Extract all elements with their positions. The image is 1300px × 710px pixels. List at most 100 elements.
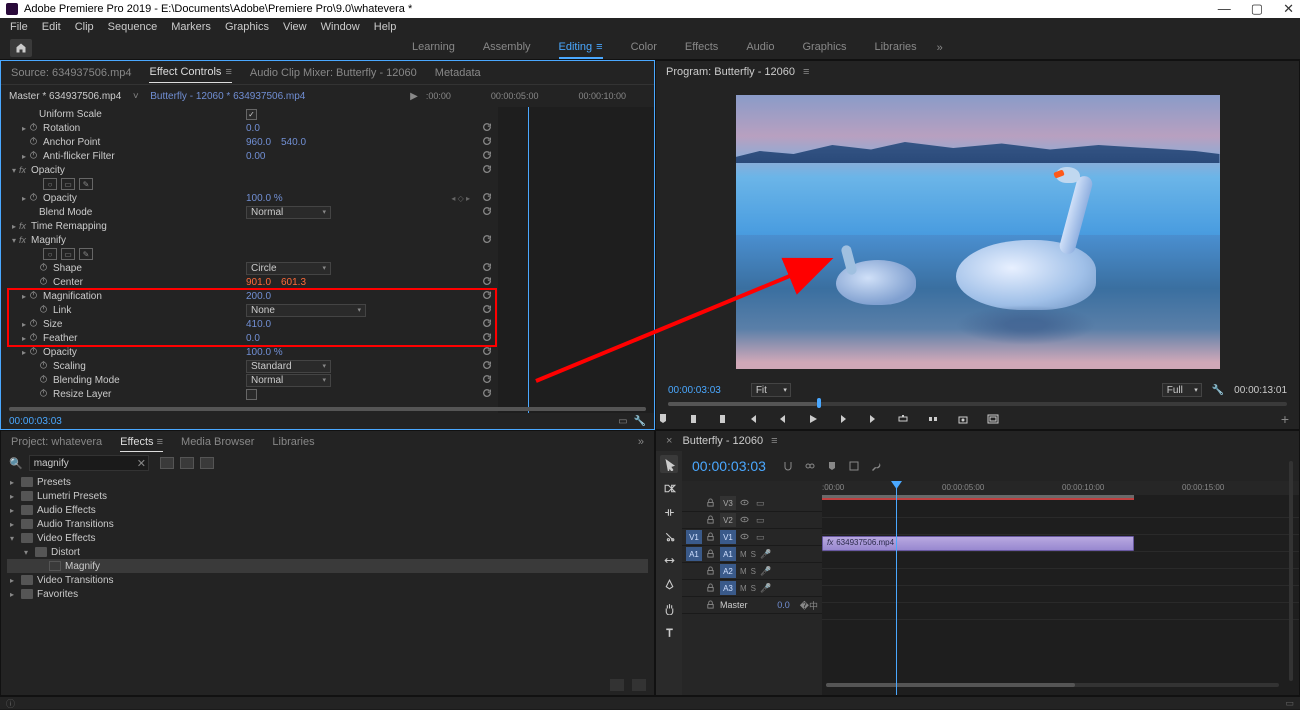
property-label[interactable]: Rotation <box>43 123 80 134</box>
lock-icon[interactable] <box>706 515 716 526</box>
track-lane[interactable] <box>822 586 1299 603</box>
reset-button[interactable] <box>482 206 492 219</box>
effects-tabs-overflow[interactable]: » <box>638 436 644 448</box>
effects-tab[interactable]: Libraries <box>272 433 314 451</box>
twirl-icon[interactable] <box>19 193 29 204</box>
lock-icon[interactable] <box>706 549 716 560</box>
menu-clip[interactable]: Clip <box>69 21 100 33</box>
property-label[interactable]: Opacity <box>43 193 77 204</box>
close-button[interactable]: ✕ <box>1283 1 1294 17</box>
property-value[interactable]: 200.0 <box>246 291 271 302</box>
workspace-tab-learning[interactable]: Learning <box>412 37 455 59</box>
property-value[interactable]: 100.0 % <box>246 193 283 204</box>
track-lane[interactable] <box>822 501 1299 518</box>
track-lane[interactable] <box>822 603 1299 620</box>
property-label[interactable]: Blend Mode <box>39 207 92 218</box>
property-label[interactable]: Shape <box>53 263 82 274</box>
keyframe-nav[interactable]: ◂ ◇ ▸ <box>451 194 470 203</box>
tree-item[interactable]: Presets <box>7 475 648 489</box>
source-patch[interactable]: V1 <box>686 530 702 544</box>
tree-item[interactable]: Audio Transitions <box>7 517 648 531</box>
property-dropdown[interactable]: Normal <box>246 206 331 219</box>
stopwatch-icon[interactable] <box>29 136 43 148</box>
source-patch[interactable]: A1 <box>686 547 702 561</box>
property-checkbox[interactable] <box>246 389 257 400</box>
voice-over-icon[interactable]: 🎤 <box>760 549 772 560</box>
timeline-vscroll[interactable] <box>1287 461 1295 681</box>
workspace-tab-graphics[interactable]: Graphics <box>802 37 846 59</box>
track-target[interactable]: V3 <box>720 496 736 510</box>
snapshot-button[interactable] <box>956 412 970 426</box>
effects-bin-1[interactable] <box>160 457 174 469</box>
stopwatch-icon[interactable] <box>29 290 43 302</box>
program-resolution-dropdown[interactable]: Full <box>1162 383 1202 397</box>
lock-icon[interactable] <box>706 498 716 509</box>
sequence-clip-label[interactable]: Butterfly - 12060 * 634937506.mp4 <box>150 91 305 102</box>
reset-button[interactable] <box>482 262 492 275</box>
effect-controls-playhead[interactable] <box>528 107 529 413</box>
twirl-icon[interactable] <box>19 333 29 344</box>
property-value-x[interactable]: 901.0 <box>246 277 271 288</box>
tree-item[interactable]: Lumetri Presets <box>7 489 648 503</box>
effect-keyframe-area[interactable] <box>498 107 654 413</box>
property-label[interactable]: Anti-flicker Filter <box>43 151 115 162</box>
tree-item[interactable]: Video Transitions <box>7 573 648 587</box>
timeline-panel-menu[interactable]: ≡ <box>771 435 777 447</box>
twirl-icon[interactable] <box>19 291 29 302</box>
ripple-edit-tool[interactable] <box>660 503 678 521</box>
property-dropdown[interactable]: None <box>246 304 366 317</box>
rect-mask-button[interactable]: ▭ <box>61 178 75 190</box>
mute-button[interactable]: M <box>740 584 747 593</box>
reset-button[interactable] <box>482 136 492 149</box>
fx-badge[interactable]: fx <box>19 235 31 245</box>
property-label[interactable]: Size <box>43 319 62 330</box>
link-icon[interactable] <box>804 460 816 472</box>
twirl-icon[interactable] <box>19 123 29 134</box>
snap-icon[interactable] <box>782 460 794 472</box>
mute-button[interactable]: M <box>740 550 747 559</box>
twirl-icon[interactable] <box>7 477 17 488</box>
pen-tool[interactable] <box>660 575 678 593</box>
razor-tool[interactable] <box>660 527 678 545</box>
track-target[interactable]: A3 <box>720 581 736 595</box>
tree-item[interactable]: Favorites <box>7 587 648 601</box>
marker-icon[interactable] <box>826 460 838 472</box>
eye-icon[interactable] <box>740 498 752 509</box>
property-value[interactable]: 0.00 <box>246 151 265 162</box>
step-fwd-button[interactable] <box>836 412 850 426</box>
ellipse-mask-button[interactable]: ○ <box>43 178 57 190</box>
twirl-icon[interactable] <box>7 589 17 600</box>
effects-tab[interactable]: Project: whatevera <box>11 433 102 451</box>
program-scrubber[interactable] <box>668 399 1287 409</box>
play-button[interactable] <box>806 412 820 426</box>
timeline-sequence-tab[interactable]: Butterfly - 12060 <box>682 435 763 447</box>
wrench-icon[interactable]: 🔧 <box>1212 385 1224 396</box>
effects-search-input[interactable] <box>29 455 149 471</box>
fx-badge[interactable]: fx <box>19 165 31 175</box>
property-label[interactable]: Scaling <box>53 361 86 372</box>
stopwatch-icon[interactable] <box>39 388 53 400</box>
solo-button[interactable]: S <box>751 550 756 559</box>
menu-edit[interactable]: Edit <box>36 21 67 33</box>
timeline-close-button[interactable]: × <box>666 435 672 447</box>
effects-bin-2[interactable] <box>180 457 194 469</box>
ec-wrench-icon[interactable]: 🔧 <box>634 416 646 427</box>
reset-button[interactable] <box>482 122 492 135</box>
reset-button[interactable] <box>482 150 492 163</box>
ec-tab[interactable]: Effect Controls≡ <box>149 62 231 83</box>
twirl-icon[interactable] <box>9 221 19 232</box>
sync-lock-icon[interactable]: ▭ <box>756 498 768 509</box>
tree-item[interactable]: Video Effects <box>7 531 648 545</box>
trash-button[interactable] <box>632 679 646 691</box>
twirl-icon[interactable] <box>7 575 17 586</box>
stopwatch-icon[interactable] <box>29 192 43 204</box>
twirl-icon[interactable] <box>21 547 31 558</box>
out-button[interactable] <box>716 412 730 426</box>
reset-button[interactable] <box>482 164 492 177</box>
solo-button[interactable]: S <box>751 584 756 593</box>
step-back-button[interactable] <box>776 412 790 426</box>
program-playhead[interactable] <box>817 398 821 408</box>
property-value-y[interactable]: 601.3 <box>281 277 306 288</box>
reset-button[interactable] <box>482 234 492 247</box>
effects-tree[interactable]: PresetsLumetri PresetsAudio EffectsAudio… <box>1 473 654 675</box>
